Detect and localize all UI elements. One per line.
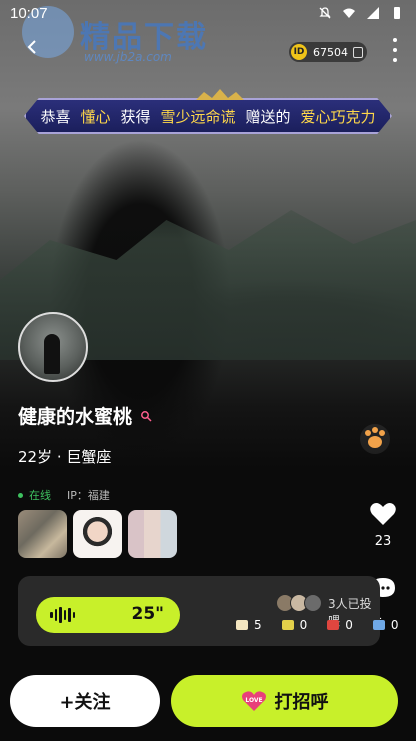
name-row: 健康的水蜜桃 xyxy=(18,402,152,429)
back-button[interactable] xyxy=(26,36,38,61)
bone-icon xyxy=(236,620,248,630)
banner-text-part: 赠送的 xyxy=(245,107,291,126)
gift-stat: 0 xyxy=(372,618,399,632)
status-icons xyxy=(318,6,404,20)
copy-icon[interactable] xyxy=(353,46,363,58)
gift-announcement-banner: 恭喜 懂心 获得 雪少远命谎 赠送的 爱心巧克力 xyxy=(24,89,392,134)
photo-album xyxy=(18,510,177,558)
user-id-value: 67504 xyxy=(313,45,348,59)
age-zodiac: 22岁 · 巨蟹座 xyxy=(18,448,112,466)
signal-icon xyxy=(367,7,379,19)
paw-icon[interactable] xyxy=(360,424,390,454)
back-chevron-icon xyxy=(27,40,36,54)
banner-text-part: 获得 xyxy=(120,107,151,126)
crown-gift-icon xyxy=(281,620,294,630)
watermark-url: www.jb2a.com xyxy=(84,50,172,64)
like-count: 23 xyxy=(374,534,392,549)
banner-text-part: 雪少远命谎 xyxy=(160,107,236,126)
album-photo[interactable] xyxy=(73,510,122,558)
battery-icon xyxy=(394,7,400,19)
online-status: 在线 IP：福建 xyxy=(18,487,110,503)
ip-location: IP：福建 xyxy=(67,489,110,502)
gift-stat-value: 0 xyxy=(390,618,399,632)
album-photo[interactable] xyxy=(18,510,67,558)
voice-duration: 25" xyxy=(131,604,164,624)
female-icon xyxy=(141,410,152,422)
candy-icon xyxy=(327,620,340,630)
gift-stat: 0 xyxy=(281,618,308,632)
avatar[interactable] xyxy=(18,312,88,382)
status-bar: 10:07 xyxy=(0,0,416,28)
mute-icon xyxy=(319,7,331,19)
gift-stat: 5 xyxy=(236,618,262,632)
bone-blue-icon xyxy=(372,620,385,630)
user-id-badge[interactable]: ID 67504 xyxy=(289,42,367,62)
gift-stat: 0 xyxy=(327,618,353,632)
greet-label: 打招呼 xyxy=(274,692,329,713)
voice-intro-card: 25" 3人已投喂 5 0 0 0 xyxy=(18,576,399,646)
gifter-avatar xyxy=(304,594,322,612)
banner-text-part: 懂心 xyxy=(80,107,111,126)
id-icon: ID xyxy=(291,44,307,60)
album-photo[interactable] xyxy=(128,510,177,558)
banner-text: 恭喜 懂心 获得 雪少远命谎 赠送的 爱心巧克力 xyxy=(24,98,392,134)
gifter-avatars xyxy=(276,594,322,612)
status-time: 10:07 xyxy=(10,5,48,22)
profile-screen: 精品下载 www.jb2a.com 10:07 ID 67504 恭喜 懂心 获… xyxy=(0,0,416,741)
more-vertical-icon[interactable] xyxy=(393,38,399,62)
greet-button[interactable]: LOVE 打招呼 xyxy=(171,675,398,727)
gift-stat-value: 0 xyxy=(299,618,308,632)
wifi-icon xyxy=(343,8,355,18)
online-label: 在线 xyxy=(29,489,51,502)
banner-text-part: 恭喜 xyxy=(40,107,71,126)
gift-stat-value: 0 xyxy=(345,618,353,632)
profile-name: 健康的水蜜桃 xyxy=(18,406,133,428)
voice-wave-icon xyxy=(50,607,75,623)
voice-play-button[interactable]: 25" xyxy=(36,597,180,633)
heart-icon[interactable] xyxy=(369,501,397,527)
gift-stat-value: 5 xyxy=(254,618,262,632)
love-heart-icon: LOVE xyxy=(241,691,266,711)
online-dot-icon xyxy=(18,492,23,498)
banner-text-part: 爱心巧克力 xyxy=(300,107,376,126)
gift-stats: 5 0 0 0 xyxy=(236,618,399,632)
svg-text:LOVE: LOVE xyxy=(245,697,262,704)
follow-button[interactable]: +关注 xyxy=(10,675,160,727)
